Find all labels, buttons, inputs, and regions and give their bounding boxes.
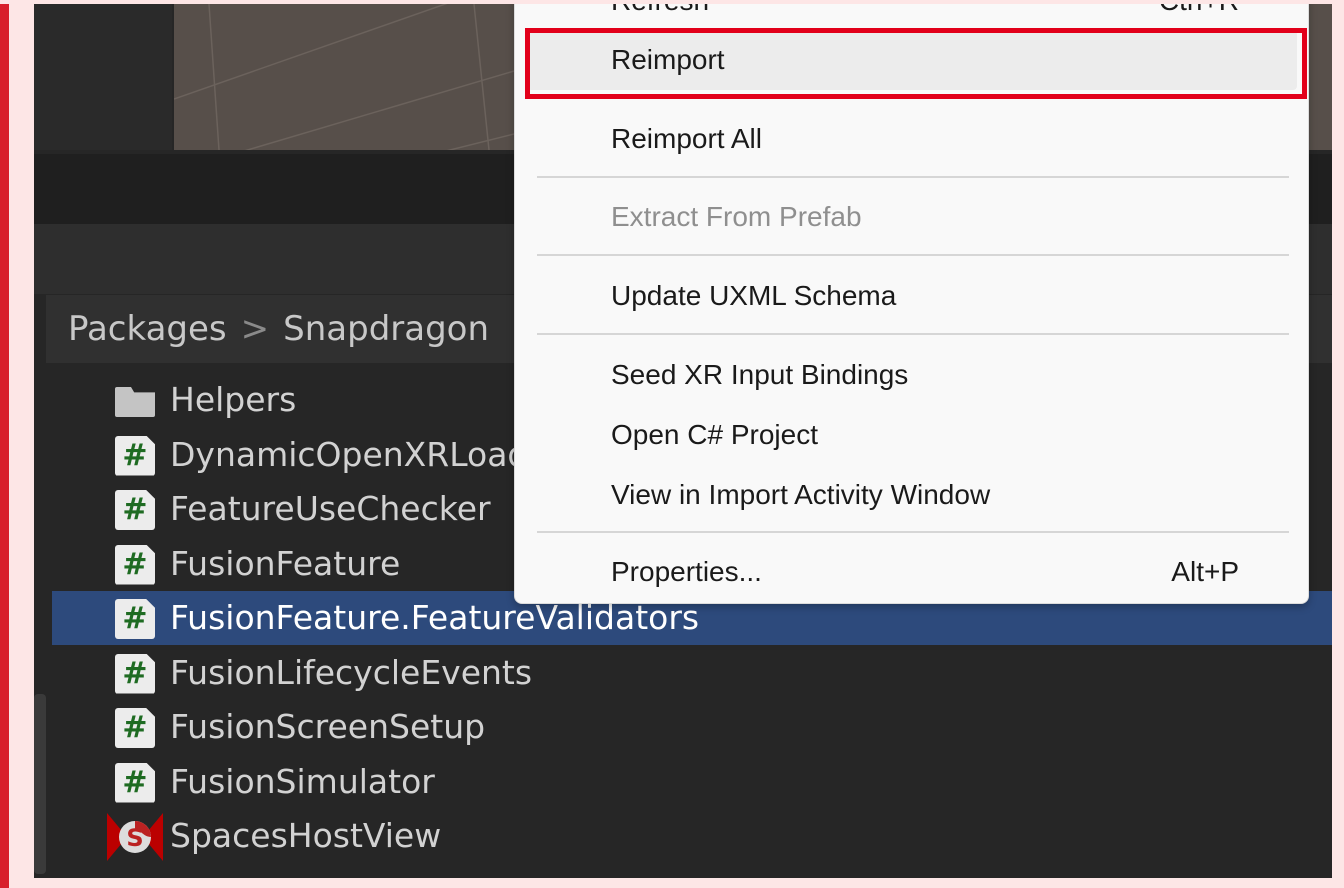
csharp-script-icon: # bbox=[115, 708, 155, 748]
svg-text:S: S bbox=[126, 824, 143, 852]
menu-item-open-c-project[interactable]: Open C# Project bbox=[527, 405, 1297, 465]
spaces-asset-icon: S bbox=[107, 813, 163, 861]
top-margin bbox=[0, 0, 1344, 4]
file-name: FusionSimulator bbox=[170, 761, 435, 801]
csharp-script-icon: # bbox=[115, 490, 155, 530]
menu-separator bbox=[537, 333, 1289, 335]
menu-item-label: Seed XR Input Bindings bbox=[611, 359, 909, 390]
menu-separator bbox=[537, 531, 1289, 533]
csharp-script-icon: # bbox=[115, 762, 155, 803]
file-name: SpacesHostView bbox=[170, 816, 442, 855]
file-name: FeatureUseChecker bbox=[170, 489, 491, 528]
file-name: DynamicOpenXRLoader bbox=[170, 434, 563, 474]
file-item[interactable]: # FusionScreenSetup bbox=[52, 700, 1332, 754]
left-accent-bar bbox=[0, 0, 9, 888]
csharp-script-icon: # bbox=[115, 544, 155, 585]
menu-item-properties[interactable]: Properties... Alt+P bbox=[527, 542, 1297, 602]
menu-separator bbox=[537, 254, 1289, 256]
file-name: FusionScreenSetup bbox=[170, 707, 486, 746]
menu-item-label: View in Import Activity Window bbox=[611, 479, 991, 510]
breadcrumb-snapdragon[interactable]: Snapdragon bbox=[283, 309, 489, 349]
menu-item-label: Properties... bbox=[611, 556, 762, 587]
chevron-right-icon: > bbox=[240, 309, 270, 349]
menu-item-seed-xr-input-bindings[interactable]: Seed XR Input Bindings bbox=[527, 345, 1297, 405]
scrollbar[interactable] bbox=[34, 694, 46, 874]
file-name: FusionLifecycleEvents bbox=[170, 652, 533, 692]
menu-item-update-uxml-schema[interactable]: Update UXML Schema bbox=[527, 266, 1297, 326]
menu-item-label: Extract From Prefab bbox=[611, 201, 862, 232]
menu-item-label: Reimport All bbox=[611, 123, 762, 154]
file-item[interactable]: # FusionSimulator bbox=[52, 755, 1332, 809]
csharp-script-icon: # bbox=[115, 435, 155, 476]
file-name: Helpers bbox=[170, 380, 297, 419]
menu-item-label: Update UXML Schema bbox=[611, 280, 897, 311]
folder-icon bbox=[115, 387, 155, 417]
menu-separator bbox=[537, 176, 1289, 178]
menu-item-shortcut: Ctrl+R bbox=[1158, 0, 1239, 16]
menu-item-view-in-import-activity-window[interactable]: View in Import Activity Window bbox=[527, 465, 1297, 525]
file-item[interactable]: # FusionLifecycleEvents bbox=[52, 646, 1332, 700]
menu-item-label: Open C# Project bbox=[611, 419, 818, 450]
file-item[interactable]: S SpacesHostView bbox=[52, 809, 1332, 863]
left-panel bbox=[34, 4, 172, 150]
menu-item-reimport-all[interactable]: Reimport All bbox=[527, 109, 1297, 169]
menu-item-refresh[interactable]: Refresh Ctrl+R bbox=[527, 0, 1297, 31]
file-name: FusionFeature bbox=[170, 543, 401, 583]
menu-item-extract-from-prefab: Extract From Prefab bbox=[527, 187, 1297, 247]
highlight-box bbox=[525, 28, 1307, 99]
breadcrumb-packages[interactable]: Packages bbox=[68, 309, 227, 349]
csharp-script-icon: # bbox=[115, 653, 155, 694]
csharp-script-icon: # bbox=[115, 599, 155, 639]
menu-item-shortcut: Alt+P bbox=[1171, 556, 1239, 587]
